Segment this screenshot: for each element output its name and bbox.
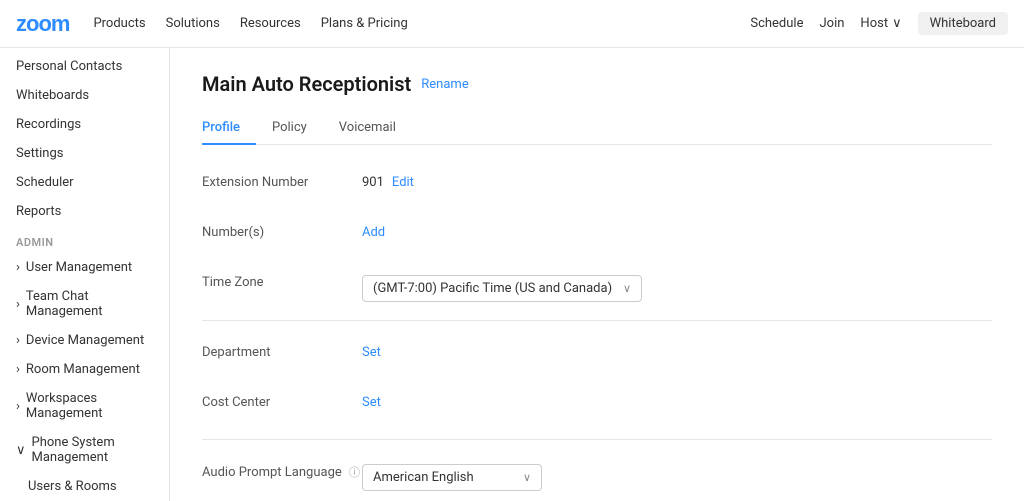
numbers-label: Number(s): [202, 219, 362, 240]
sidebar-item-team-chat-management[interactable]: › Team Chat Management: [0, 282, 169, 326]
info-icon: ⓘ: [349, 466, 360, 479]
host-button[interactable]: Host ∨: [860, 16, 901, 31]
department-label: Department: [202, 339, 362, 360]
cost-center-row: Cost Center Set: [202, 389, 992, 421]
schedule-link[interactable]: Schedule: [750, 16, 803, 31]
whiteboard-button[interactable]: Whiteboard: [918, 12, 1008, 35]
cost-center-set[interactable]: Set: [362, 395, 381, 410]
top-nav: zoom Products Solutions Resources Plans …: [0, 0, 1024, 48]
join-link[interactable]: Join: [819, 16, 844, 31]
page-title: Main Auto Receptionist: [202, 72, 411, 96]
sidebar-item-phone-system-management[interactable]: ∨ Phone System Management: [0, 428, 169, 472]
timezone-selected: (GMT-7:00) Pacific Time (US and Canada): [373, 281, 612, 296]
extension-number-text: 901: [362, 175, 384, 190]
audio-prompt-label: Audio Prompt Language ⓘ: [202, 458, 362, 480]
sidebar-item-user-management[interactable]: › User Management: [0, 253, 169, 282]
nav-plans-pricing[interactable]: Plans & Pricing: [321, 16, 408, 31]
tabs: Profile Policy Voicemail: [202, 112, 992, 145]
sidebar: Personal Contacts Whiteboards Recordings…: [0, 48, 170, 501]
nav-resources[interactable]: Resources: [240, 16, 301, 31]
cost-center-value: Set: [362, 389, 992, 410]
timezone-label: Time Zone: [202, 269, 362, 290]
audio-prompt-selected: American English: [373, 470, 474, 485]
sidebar-item-personal-contacts[interactable]: Personal Contacts: [0, 52, 169, 81]
sidebar-item-whiteboards[interactable]: Whiteboards: [0, 81, 169, 110]
nav-links: Products Solutions Resources Plans & Pri…: [93, 16, 750, 31]
extension-number-edit[interactable]: Edit: [392, 175, 414, 190]
cost-center-label: Cost Center: [202, 389, 362, 410]
sidebar-item-reports[interactable]: Reports: [0, 197, 169, 226]
tab-profile[interactable]: Profile: [202, 112, 256, 145]
department-set[interactable]: Set: [362, 345, 381, 360]
chevron-right-icon: ›: [16, 333, 20, 348]
extension-number-value: 901 Edit: [362, 169, 992, 190]
department-row: Department Set: [202, 339, 992, 371]
page-title-area: Main Auto Receptionist Rename: [202, 72, 992, 96]
sidebar-item-settings[interactable]: Settings: [0, 139, 169, 168]
extension-number-row: Extension Number 901 Edit: [202, 169, 992, 201]
chevron-right-icon: ›: [16, 399, 20, 414]
timezone-value: (GMT-7:00) Pacific Time (US and Canada) …: [362, 269, 992, 302]
app-layout: Personal Contacts Whiteboards Recordings…: [0, 48, 1024, 501]
divider-1: [202, 320, 992, 321]
chevron-right-icon: ›: [16, 260, 20, 275]
chevron-down-icon: ∨: [892, 16, 902, 31]
tab-voicemail[interactable]: Voicemail: [323, 112, 412, 145]
sidebar-sub-item-users-rooms[interactable]: Users & Rooms: [0, 472, 169, 501]
nav-right: Schedule Join Host ∨ Whiteboard: [750, 12, 1008, 35]
sidebar-item-workspaces-management[interactable]: › Workspaces Management: [0, 384, 169, 428]
tab-policy[interactable]: Policy: [256, 112, 323, 145]
audio-prompt-value: American English ∨: [362, 458, 992, 491]
zoom-logo[interactable]: zoom: [16, 11, 69, 37]
main-content: Main Auto Receptionist Rename Profile Po…: [170, 48, 1024, 501]
nav-products[interactable]: Products: [93, 16, 145, 31]
sidebar-item-room-management[interactable]: › Room Management: [0, 355, 169, 384]
audio-prompt-row: Audio Prompt Language ⓘ American English…: [202, 458, 992, 491]
sidebar-item-device-management[interactable]: › Device Management: [0, 326, 169, 355]
extension-number-label: Extension Number: [202, 169, 362, 190]
timezone-row: Time Zone (GMT-7:00) Pacific Time (US an…: [202, 269, 992, 302]
numbers-row: Number(s) Add: [202, 219, 992, 251]
chevron-down-icon: ∨: [16, 443, 26, 458]
chevron-down-icon: ∨: [623, 282, 631, 295]
chevron-right-icon: ›: [16, 362, 20, 377]
admin-section-label: ADMIN: [0, 226, 169, 253]
sidebar-item-scheduler[interactable]: Scheduler: [0, 168, 169, 197]
chevron-right-icon: ›: [16, 297, 20, 312]
numbers-value: Add: [362, 219, 992, 240]
audio-prompt-dropdown[interactable]: American English ∨: [362, 464, 542, 491]
timezone-dropdown[interactable]: (GMT-7:00) Pacific Time (US and Canada) …: [362, 275, 642, 302]
rename-link[interactable]: Rename: [421, 77, 468, 92]
divider-2: [202, 439, 992, 440]
chevron-down-icon: ∨: [523, 471, 531, 484]
department-value: Set: [362, 339, 992, 360]
numbers-add[interactable]: Add: [362, 225, 385, 240]
nav-solutions[interactable]: Solutions: [166, 16, 220, 31]
sidebar-item-recordings[interactable]: Recordings: [0, 110, 169, 139]
